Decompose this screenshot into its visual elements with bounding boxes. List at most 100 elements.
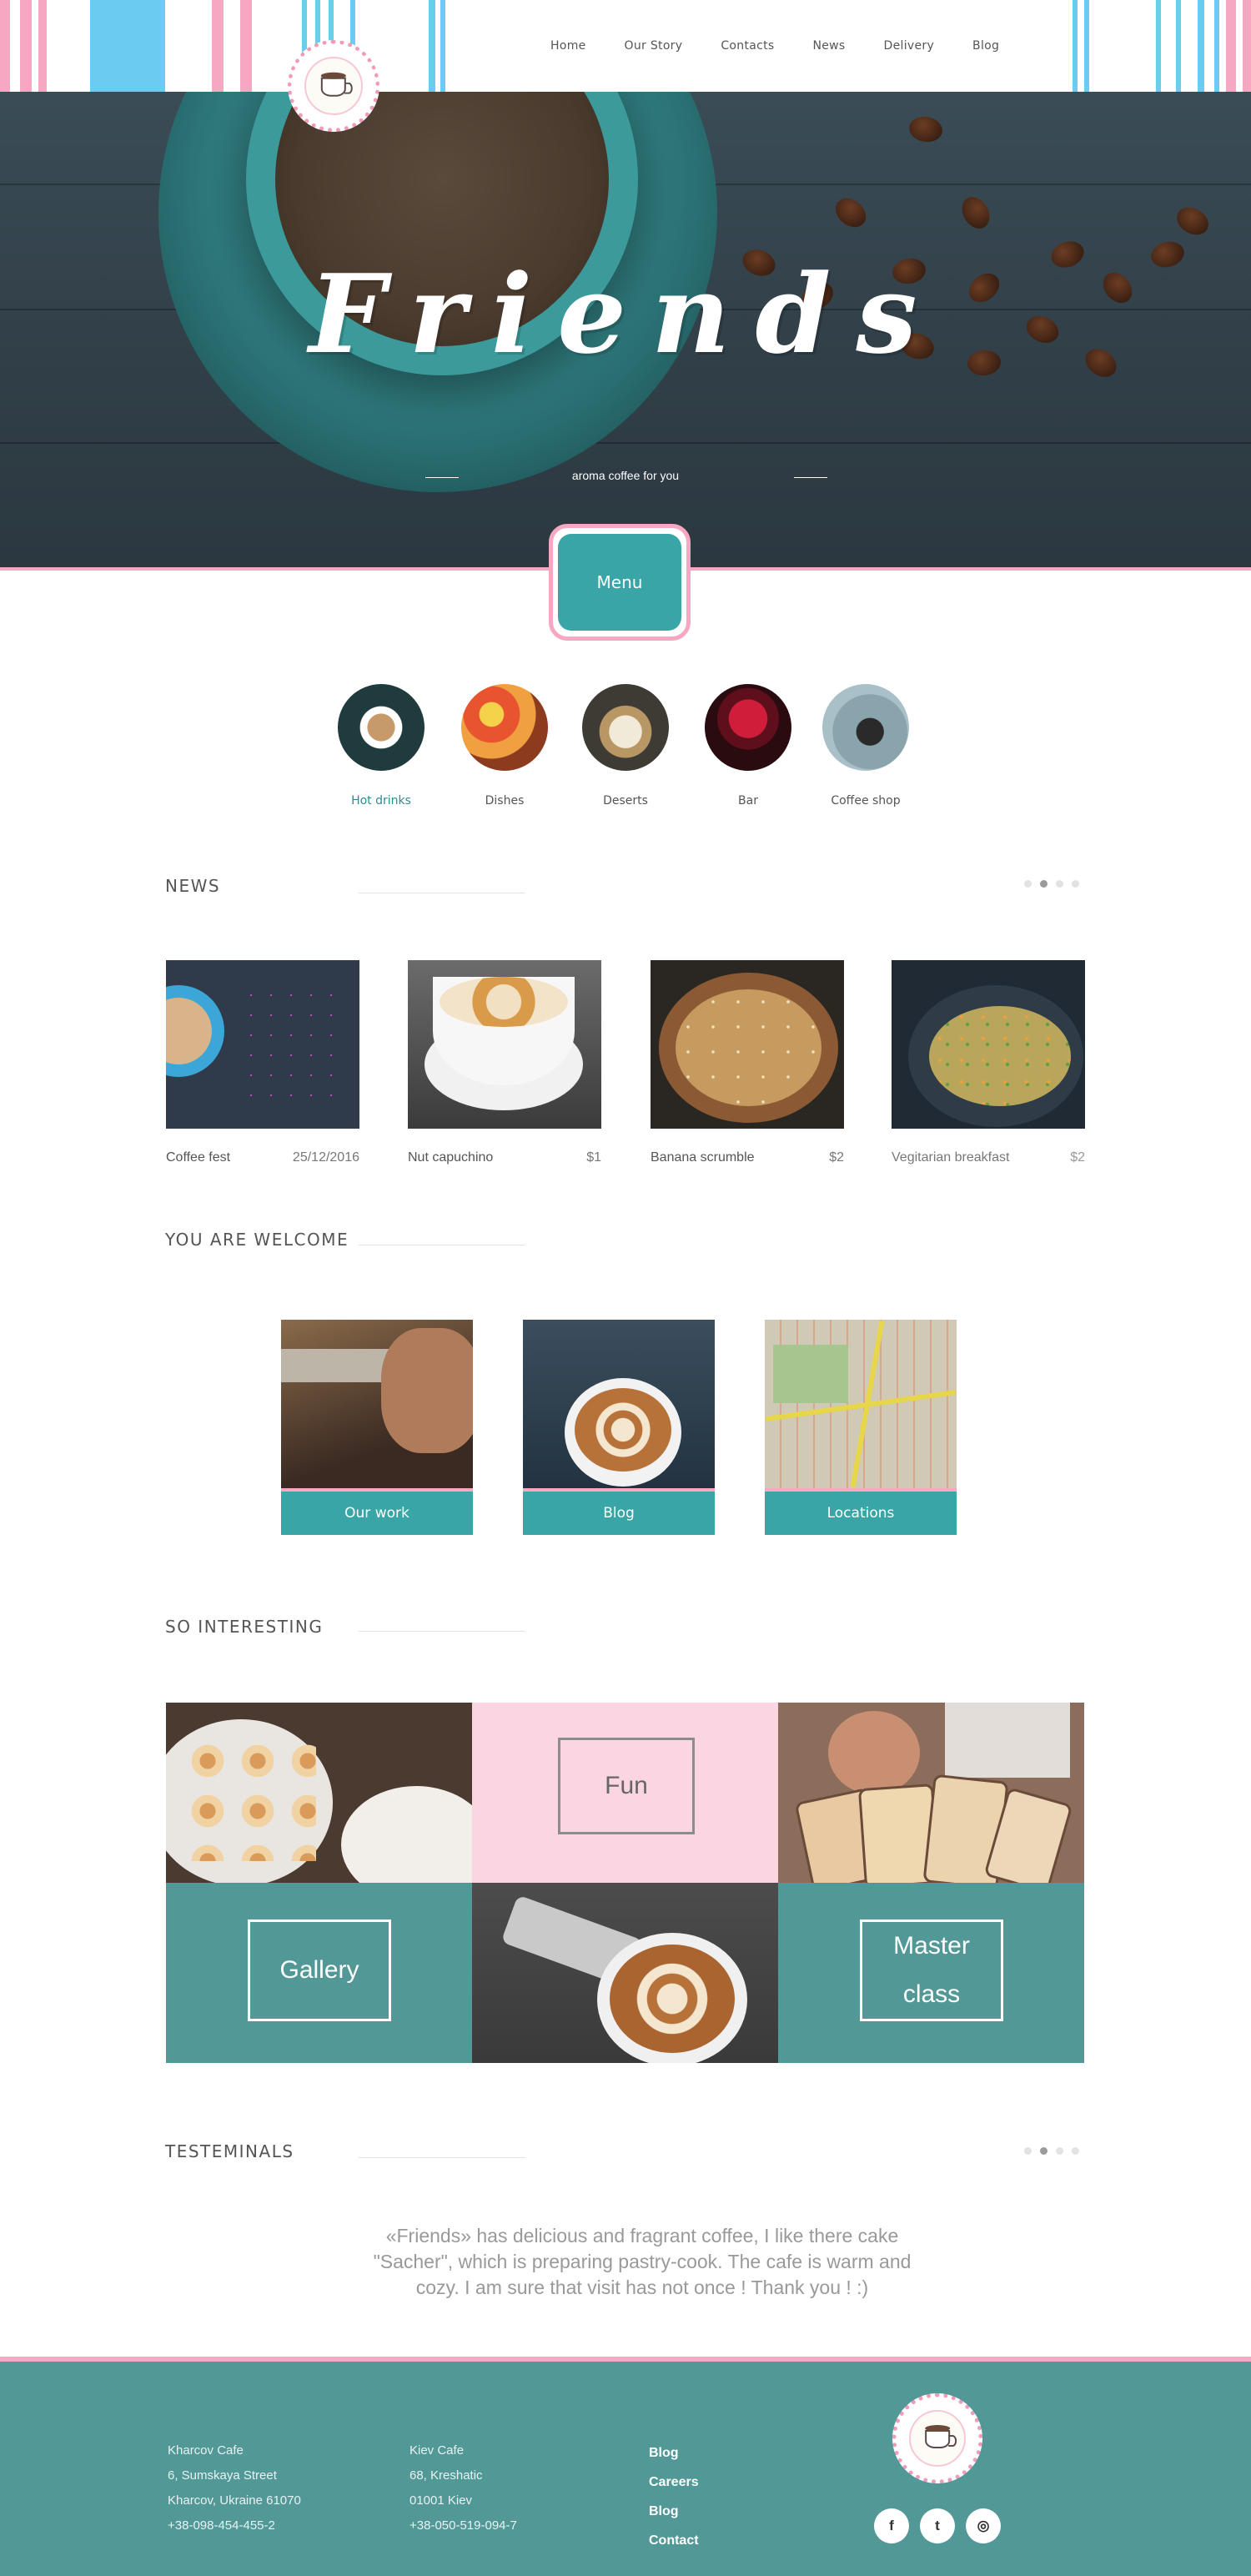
nav-blog[interactable]: Blog [956, 39, 1016, 53]
main-nav: Home Our Story Contacts News Delivery Bl… [534, 0, 1021, 92]
our-work-label: Our work [281, 1488, 473, 1535]
interesting-heading: SO INTERESTING [165, 1617, 324, 1637]
logo-badge [304, 57, 363, 115]
heading-line [359, 2157, 525, 2158]
footer-link-contact[interactable]: Contact [649, 2526, 699, 2555]
footer-logo[interactable] [892, 2393, 982, 2483]
welcome-locations[interactable]: Locations [765, 1320, 957, 1535]
footer-kiev-cafe: Kiev Cafe 68, Kreshatic 01001 Kiev +38-0… [409, 2438, 517, 2538]
decor-stripe [1198, 0, 1204, 92]
plate-image [341, 1786, 472, 1883]
person-image [828, 1711, 920, 1794]
cup-icon [925, 2425, 957, 2449]
logo-badge [908, 2409, 967, 2468]
instagram-icon[interactable]: ◎ [966, 2508, 1001, 2543]
cafe-phone[interactable]: +38-098-454-455-2 [168, 2513, 301, 2538]
news-name: Banana scrumble [651, 1150, 755, 1165]
decor-stripe [90, 0, 165, 92]
slider-dot[interactable] [1056, 2147, 1063, 2155]
category-bar[interactable]: Bar [698, 684, 798, 808]
hero-banner: Friends aroma coffee for you [0, 92, 1251, 567]
fun-tile[interactable]: Fun [472, 1703, 778, 1883]
news-card[interactable]: Coffee fest 25/12/2016 [166, 960, 359, 1165]
decor-stripe [1176, 0, 1181, 92]
scrumble-image [676, 989, 821, 1106]
news-card[interactable]: Banana scrumble $2 [651, 960, 844, 1165]
category-label: Dishes [485, 794, 525, 808]
category-deserts[interactable]: Deserts [575, 684, 676, 808]
gallery-label: Gallery [248, 1919, 391, 2021]
category-dishes[interactable]: Dishes [455, 684, 555, 808]
news-card[interactable]: Nut capuchino $1 [408, 960, 601, 1165]
latte-tile [472, 1883, 778, 2063]
category-label: Coffee shop [831, 794, 901, 808]
decor-stripe [212, 0, 224, 92]
nav-our-story[interactable]: Our Story [608, 39, 700, 53]
blog-image [523, 1320, 715, 1488]
testimonial-quote: «Friends» has delicious and fragrant cof… [373, 2225, 912, 2298]
news-name: Coffee fest [166, 1150, 231, 1165]
latte-art-image [575, 1388, 671, 1472]
news-slider-dots[interactable] [1024, 880, 1079, 888]
dishes-image [461, 684, 548, 771]
slider-dot-active[interactable] [1040, 2147, 1048, 2155]
decor-stripe [1214, 0, 1219, 92]
nav-home[interactable]: Home [534, 39, 603, 53]
menu-button-label: Menu [558, 534, 681, 631]
gallery-tile[interactable]: Gallery [166, 1883, 472, 2063]
vegitarian-breakfast-image [892, 960, 1085, 1129]
decor-stripe [1243, 0, 1251, 92]
slider-dot[interactable] [1072, 880, 1079, 888]
slider-dot[interactable] [1024, 2147, 1032, 2155]
footer-link-careers[interactable]: Careers [649, 2468, 699, 2497]
footer-link-blog[interactable]: Blog [649, 2497, 699, 2526]
facebook-icon[interactable]: f [874, 2508, 909, 2543]
decor-stripe [1226, 0, 1236, 92]
latte-art-image [610, 1945, 735, 2053]
nav-news[interactable]: News [796, 39, 862, 53]
menu-button[interactable]: Menu [549, 524, 691, 641]
nav-contacts[interactable]: Contacts [704, 39, 791, 53]
news-price: $2 [1070, 1150, 1085, 1165]
news-meta: Banana scrumble $2 [651, 1150, 844, 1165]
twitter-icon[interactable]: t [920, 2508, 955, 2543]
nut-capuchino-image [408, 960, 601, 1129]
cafe-name: Kiev Cafe [409, 2443, 465, 2458]
slider-dot[interactable] [1072, 2147, 1079, 2155]
coffee-bean [830, 192, 872, 234]
cafe-name: Kharcov Cafe [168, 2443, 244, 2458]
pastry-rolls-image [183, 1736, 316, 1861]
coffee-bean [957, 192, 995, 234]
news-card[interactable]: Vegitarian breakfast $2 [892, 960, 1085, 1165]
welcome-our-work[interactable]: Our work [281, 1320, 473, 1535]
category-hot-drinks[interactable]: Hot drinks [331, 684, 431, 808]
news-meta: Coffee fest 25/12/2016 [166, 1150, 359, 1165]
welcome-blog[interactable]: Blog [523, 1320, 715, 1535]
testimonials-heading: TESTEMINALS [165, 2141, 294, 2161]
coffee-fest-image [166, 960, 359, 1129]
cafe-street: 68, Kreshatic [409, 2468, 483, 2483]
category-coffee-shop[interactable]: Coffee shop [816, 684, 916, 808]
decor-stripe [1084, 0, 1089, 92]
locations-label: Locations [765, 1488, 957, 1535]
category-label: Deserts [603, 794, 648, 808]
heading-line [359, 1631, 525, 1632]
master-class-tile[interactable]: Master class [778, 1883, 1084, 2063]
nav-delivery[interactable]: Delivery [867, 39, 952, 53]
decor-stripe [0, 0, 10, 92]
locations-map-image [765, 1320, 957, 1488]
slider-dot-active[interactable] [1040, 880, 1048, 888]
footer-link-blog[interactable]: Blog [649, 2438, 699, 2468]
cafe-phone[interactable]: +38-050-519-094-7 [409, 2513, 517, 2538]
hero-subtitle: aroma coffee for you [571, 469, 680, 482]
footer-kharcov-cafe: Kharcov Cafe 6, Sumskaya Street Kharcov,… [168, 2438, 301, 2538]
slider-dot[interactable] [1056, 880, 1063, 888]
coffee-bean [907, 113, 945, 145]
site-logo[interactable] [288, 40, 379, 132]
coffee-bean [1172, 202, 1213, 240]
testimonial-slider-dots[interactable] [1024, 2147, 1079, 2155]
cafe-city: 01001 Kiev [409, 2493, 473, 2508]
slider-dot[interactable] [1024, 880, 1032, 888]
news-heading: NEWS [165, 876, 221, 896]
cards-tile [778, 1703, 1084, 1883]
